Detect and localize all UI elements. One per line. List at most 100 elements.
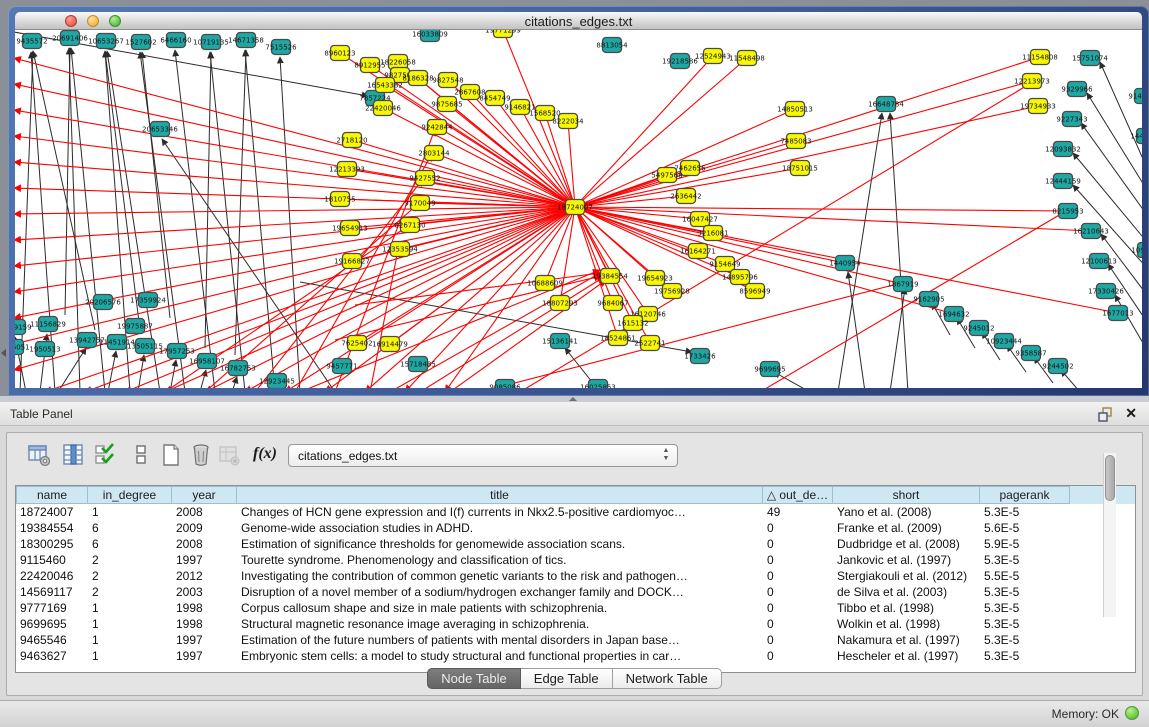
table-cell[interactable]: 1 <box>88 600 172 616</box>
graph-node[interactable]: 9085086 <box>489 380 521 389</box>
table-cell[interactable]: 2003 <box>172 584 237 600</box>
table-cell[interactable]: 2008 <box>172 536 237 552</box>
graph-node[interactable]: 9358587 <box>1015 346 1046 361</box>
tab-node-table[interactable]: Node Table <box>427 668 521 689</box>
table-cell[interactable]: 0 <box>763 616 833 632</box>
function-builder-icon[interactable]: f(x) <box>253 445 285 469</box>
graph-node[interactable]: 12093832 <box>1045 142 1081 157</box>
table-cell[interactable]: 5.6E-5 <box>980 520 1070 536</box>
table-cell[interactable]: 1997 <box>172 648 237 664</box>
table-cell[interactable]: 1997 <box>172 552 237 568</box>
table-cell[interactable]: Stergiakouli et al. (2012) <box>833 568 980 584</box>
table-cell[interactable]: 9699695 <box>16 616 88 632</box>
row-height-icon[interactable] <box>129 443 153 467</box>
graph-node[interactable]: 9329966 <box>1061 82 1093 97</box>
table-cell[interactable]: 0 <box>763 632 833 648</box>
table-cell[interactable]: 2 <box>88 584 172 600</box>
graph-node[interactable]: 9875685 <box>431 97 462 112</box>
table-mode-icon[interactable] <box>27 443 51 467</box>
table-row[interactable]: 969969511998Structural magnetic resonanc… <box>16 616 1135 632</box>
table-scrollbar[interactable] <box>1103 453 1116 617</box>
graph-node[interactable]: 2636442 <box>670 189 701 204</box>
table-cell[interactable]: 9777169 <box>16 600 88 616</box>
float-panel-icon[interactable] <box>1098 407 1113 422</box>
tab-network-table[interactable]: Network Table <box>613 668 722 689</box>
graph-node[interactable]: 12444159 <box>1045 174 1081 189</box>
table-cell[interactable]: Disruption of a novel member of a sodium… <box>237 584 763 600</box>
graph-node[interactable]: 18807293 <box>542 296 578 311</box>
network-canvas[interactable]: 9435572206914061065326715276026466160107… <box>15 30 1142 388</box>
graph-node[interactable]: 2803144 <box>418 146 450 161</box>
table-cell[interactable]: 5.3E-5 <box>980 504 1070 520</box>
graph-node[interactable]: 19771299 <box>485 30 521 38</box>
graph-node[interactable]: 16025853 <box>580 380 616 389</box>
table-cell[interactable]: 1 <box>88 632 172 648</box>
table-cell[interactable]: 2 <box>88 552 172 568</box>
table-row[interactable]: 1456911722003Disruption of a novel membe… <box>16 584 1135 600</box>
graph-node[interactable]: 9242844 <box>421 120 453 135</box>
graph-node[interactable]: 12213973 <box>1014 74 1050 89</box>
graph-node[interactable]: 1867919 <box>887 277 918 292</box>
graph-node[interactable]: 9227343 <box>1056 112 1087 127</box>
graph-node[interactable]: 12923445 <box>259 374 295 389</box>
graph-node[interactable]: 9699695 <box>754 362 785 377</box>
graph-node[interactable]: 1950513 <box>29 342 60 357</box>
collapse-panel-arrow-icon[interactable] <box>1 349 6 357</box>
delete-column-icon[interactable] <box>189 443 213 467</box>
table-cell[interactable]: 2008 <box>172 504 237 520</box>
table-cell[interactable]: Nakamura et al. (1997) <box>833 632 980 648</box>
splitter-handle-icon[interactable] <box>569 397 577 401</box>
table-row[interactable]: 946362711997Embryonic stem cells: a mode… <box>16 648 1135 664</box>
graph-node[interactable]: 17957253 <box>159 344 195 359</box>
table-row[interactable]: 977716911998Corpus callosum shape and si… <box>16 600 1135 616</box>
table-cell[interactable]: Corpus callosum shape and size in male p… <box>237 600 763 616</box>
citation-network-graph[interactable]: 9435572206914061065326715276026466160107… <box>15 30 1142 388</box>
graph-node[interactable]: 8960123 <box>324 46 355 61</box>
graph-node[interactable]: 15751074 <box>1072 51 1108 66</box>
graph-node[interactable]: 9244502 <box>1042 359 1073 374</box>
graph-node[interactable]: 20691406 <box>52 31 88 46</box>
table-cell[interactable]: Investigating the contribution of common… <box>237 568 763 584</box>
table-row[interactable]: 911546021997Tourette syndrome. Phenomeno… <box>16 552 1135 568</box>
node-table[interactable]: namein_degreeyeartitle△ out_de…shortpage… <box>15 485 1136 673</box>
graph-node[interactable]: 7515526 <box>265 40 297 55</box>
graph-node[interactable]: 1527602 <box>125 35 156 50</box>
select-columns-icon[interactable] <box>93 443 117 467</box>
column-header-in_degree[interactable]: in_degree <box>88 486 172 504</box>
graph-node[interactable]: 6466160 <box>160 33 191 48</box>
table-cell[interactable]: Jankovic et al. (1997) <box>833 552 980 568</box>
table-cell[interactable]: 2012 <box>172 568 237 584</box>
table-cell[interactable]: 18300295 <box>16 536 88 552</box>
table-cell[interactable]: 0 <box>763 600 833 616</box>
table-cell[interactable]: Estimation of significance thresholds fo… <box>237 536 763 552</box>
create-column-icon[interactable] <box>159 443 183 467</box>
graph-node[interactable]: 9245012 <box>963 321 994 336</box>
graph-node[interactable]: 1095119 <box>1131 243 1142 258</box>
table-cell[interactable]: 5.3E-5 <box>980 600 1070 616</box>
table-cell[interactable]: Wolkin et al. (1998) <box>833 616 980 632</box>
graph-node[interactable]: 2526051 <box>15 340 30 355</box>
table-row[interactable]: 946554611997Estimation of the future num… <box>16 632 1135 648</box>
table-cell[interactable]: 0 <box>763 520 833 536</box>
delete-table-icon[interactable] <box>217 443 241 467</box>
table-cell[interactable]: 18724007 <box>16 504 88 520</box>
table-cell[interactable]: de Silva et al. (2003) <box>833 584 980 600</box>
table-cell[interactable]: 0 <box>763 584 833 600</box>
graph-node[interactable]: 7485083 <box>780 134 811 149</box>
table-row[interactable]: 1872400712008Changes of HCN gene express… <box>16 504 1135 520</box>
graph-node[interactable]: 18751015 <box>782 161 818 176</box>
table-row[interactable]: 2242004622012Investigating the contribut… <box>16 568 1135 584</box>
table-cell[interactable]: 1 <box>88 648 172 664</box>
graph-node[interactable]: 1441665 <box>1130 129 1142 144</box>
table-cell[interactable]: 5.3E-5 <box>980 584 1070 600</box>
table-cell[interactable]: 19384554 <box>16 520 88 536</box>
graph-node[interactable]: 1694632 <box>938 307 969 322</box>
table-row[interactable]: 1938455462009Genome-wide association stu… <box>16 520 1135 536</box>
graph-node[interactable]: 9684067 <box>597 296 628 311</box>
graph-node[interactable]: 2522741 <box>634 336 665 351</box>
show-columns-icon[interactable] <box>61 443 85 467</box>
network-view-window[interactable]: citations_edges.txt 94355722069140610653… <box>8 6 1149 396</box>
table-source-dropdown[interactable]: citations_edges.txt ▲▼ <box>288 444 678 467</box>
graph-node[interactable]: 16033809 <box>412 30 448 42</box>
graph-node[interactable]: 11156829 <box>30 317 66 332</box>
